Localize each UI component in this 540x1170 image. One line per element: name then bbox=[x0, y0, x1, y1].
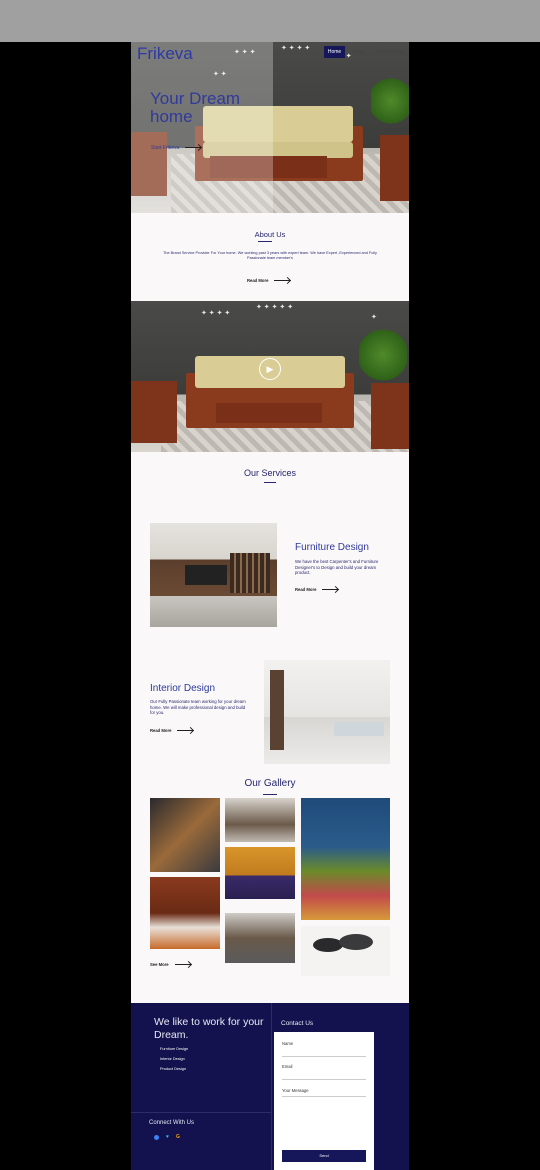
gallery-see-more-label: See More bbox=[150, 962, 169, 967]
play-icon: ▶ bbox=[266, 364, 274, 374]
email-field[interactable] bbox=[282, 1079, 366, 1080]
footer-divider-vertical bbox=[271, 1003, 272, 1170]
about-title: About Us bbox=[254, 230, 286, 239]
footer-link-interior[interactable]: Interior Design bbox=[160, 1054, 188, 1064]
bird-decor: ✦ bbox=[371, 314, 377, 321]
social-icons: ♥ G bbox=[154, 1135, 180, 1140]
shelf-shape bbox=[230, 553, 270, 593]
footer-link-furniture[interactable]: Furniture Design bbox=[160, 1044, 188, 1054]
footer-title: We like to work for your Dream. bbox=[154, 1016, 264, 1041]
interior-design-title: Interior Design bbox=[150, 683, 216, 694]
facebook-icon[interactable] bbox=[154, 1135, 159, 1140]
hero-section: ✦ ✦ ✦ ✦ ✦ ✦ ✦ ✦ ✦ ✦ ✦ Frikeva Home Blog … bbox=[131, 42, 409, 213]
arrow-right-icon bbox=[322, 589, 339, 591]
sofa-shape bbox=[334, 722, 384, 736]
bird-decor: ✦ ✦ ✦ ✦ bbox=[201, 310, 231, 317]
footer-divider-horizontal bbox=[131, 1112, 271, 1113]
about-underline bbox=[258, 241, 272, 242]
services-title: Our Services bbox=[243, 468, 296, 478]
hero-plant bbox=[371, 70, 409, 132]
door-shape bbox=[270, 670, 284, 750]
arrow-right-icon bbox=[274, 280, 291, 282]
furniture-readmore-label: Read More bbox=[295, 587, 317, 592]
hero-overlay bbox=[131, 42, 273, 213]
main-nav: Home Blog How Frikeva bbox=[323, 46, 407, 58]
furniture-design-text: We have the best Carpenter's and Furnitu… bbox=[295, 559, 379, 575]
name-field[interactable] bbox=[282, 1056, 366, 1057]
gallery-see-more-link[interactable]: See More bbox=[150, 962, 191, 967]
table-shape bbox=[339, 934, 373, 950]
video-right-chair bbox=[371, 383, 409, 449]
email-label: Email bbox=[282, 1064, 293, 1069]
footer-links: Furniture Design Interior Design Product… bbox=[160, 1044, 188, 1074]
hero-title: Your Dream home bbox=[150, 89, 241, 126]
gallery-image-tables[interactable] bbox=[301, 926, 390, 976]
services-underline bbox=[264, 482, 276, 483]
tv-shape bbox=[185, 565, 227, 585]
gallery-title: Our Gallery bbox=[244, 778, 296, 789]
interior-design-text: Our Fully Passionate team working for yo… bbox=[150, 699, 246, 715]
bird-decor: ✦ ✦ ✦ ✦ bbox=[281, 45, 311, 52]
contact-form: Name Email Your Message Send bbox=[274, 1032, 374, 1170]
nav-item-blog[interactable]: Blog bbox=[349, 46, 367, 58]
message-label: Your Message bbox=[282, 1088, 309, 1093]
video-coffee-table bbox=[216, 403, 322, 423]
arrow-right-icon bbox=[185, 147, 202, 149]
message-field[interactable] bbox=[282, 1096, 366, 1145]
gallery-image-living[interactable] bbox=[225, 798, 295, 842]
brand-logo[interactable]: Frikeva bbox=[137, 44, 193, 64]
about-readmore-label: Read More bbox=[247, 278, 269, 283]
name-label: Name bbox=[282, 1041, 294, 1046]
bird-decor: ✦ ✦ ✦ ✦ ✦ bbox=[256, 304, 294, 311]
arrow-right-icon bbox=[174, 964, 191, 966]
google-icon[interactable]: G bbox=[176, 1135, 180, 1140]
hero-cta-label: Start Frikeva bbox=[151, 145, 180, 151]
video-section: ✦ ✦ ✦ ✦ ✦ ✦ ✦ ✦ ✦ ✦ ▶ bbox=[131, 301, 409, 452]
footer-link-product[interactable]: Product Design bbox=[160, 1064, 188, 1074]
about-text: The Brand Service Provider For Your home… bbox=[163, 251, 377, 260]
gallery-image-colorful-room[interactable] bbox=[301, 798, 390, 920]
gallery-underline bbox=[263, 794, 277, 795]
browser-top-bar bbox=[0, 0, 540, 42]
hero-right-chair bbox=[380, 135, 409, 201]
gallery-image-orange-room[interactable] bbox=[225, 847, 295, 899]
interior-readmore-link[interactable]: Read More bbox=[150, 728, 194, 733]
connect-title: Connect With Us bbox=[149, 1120, 195, 1126]
video-left-chair bbox=[131, 381, 177, 443]
furniture-design-image bbox=[150, 523, 277, 627]
gallery-image-bedroom[interactable] bbox=[150, 877, 220, 949]
video-plant bbox=[359, 321, 407, 389]
hero-cta-link[interactable]: Start Frikeva bbox=[151, 145, 202, 151]
play-button[interactable]: ▶ bbox=[259, 358, 281, 380]
furniture-design-title: Furniture Design bbox=[295, 542, 369, 553]
interior-design-image bbox=[264, 660, 390, 764]
arrow-right-icon bbox=[177, 730, 194, 732]
footer: We like to work for your Dream. Furnitur… bbox=[131, 1003, 409, 1170]
interior-readmore-label: Read More bbox=[150, 728, 172, 733]
nav-item-how-frikeva[interactable]: How Frikeva bbox=[371, 46, 407, 58]
nav-item-home[interactable]: Home bbox=[323, 46, 346, 58]
furniture-readmore-link[interactable]: Read More bbox=[295, 587, 339, 592]
gallery-image-stool[interactable] bbox=[150, 798, 220, 872]
about-readmore-link[interactable]: Read More bbox=[247, 278, 291, 283]
contact-title: Contact Us bbox=[281, 1020, 314, 1027]
page: ✦ ✦ ✦ ✦ ✦ ✦ ✦ ✦ ✦ ✦ ✦ Frikeva Home Blog … bbox=[131, 42, 409, 1170]
twitter-icon[interactable]: ♥ bbox=[166, 1135, 169, 1140]
gallery-image-lounge[interactable] bbox=[225, 913, 295, 963]
send-button[interactable]: Send bbox=[282, 1150, 366, 1162]
